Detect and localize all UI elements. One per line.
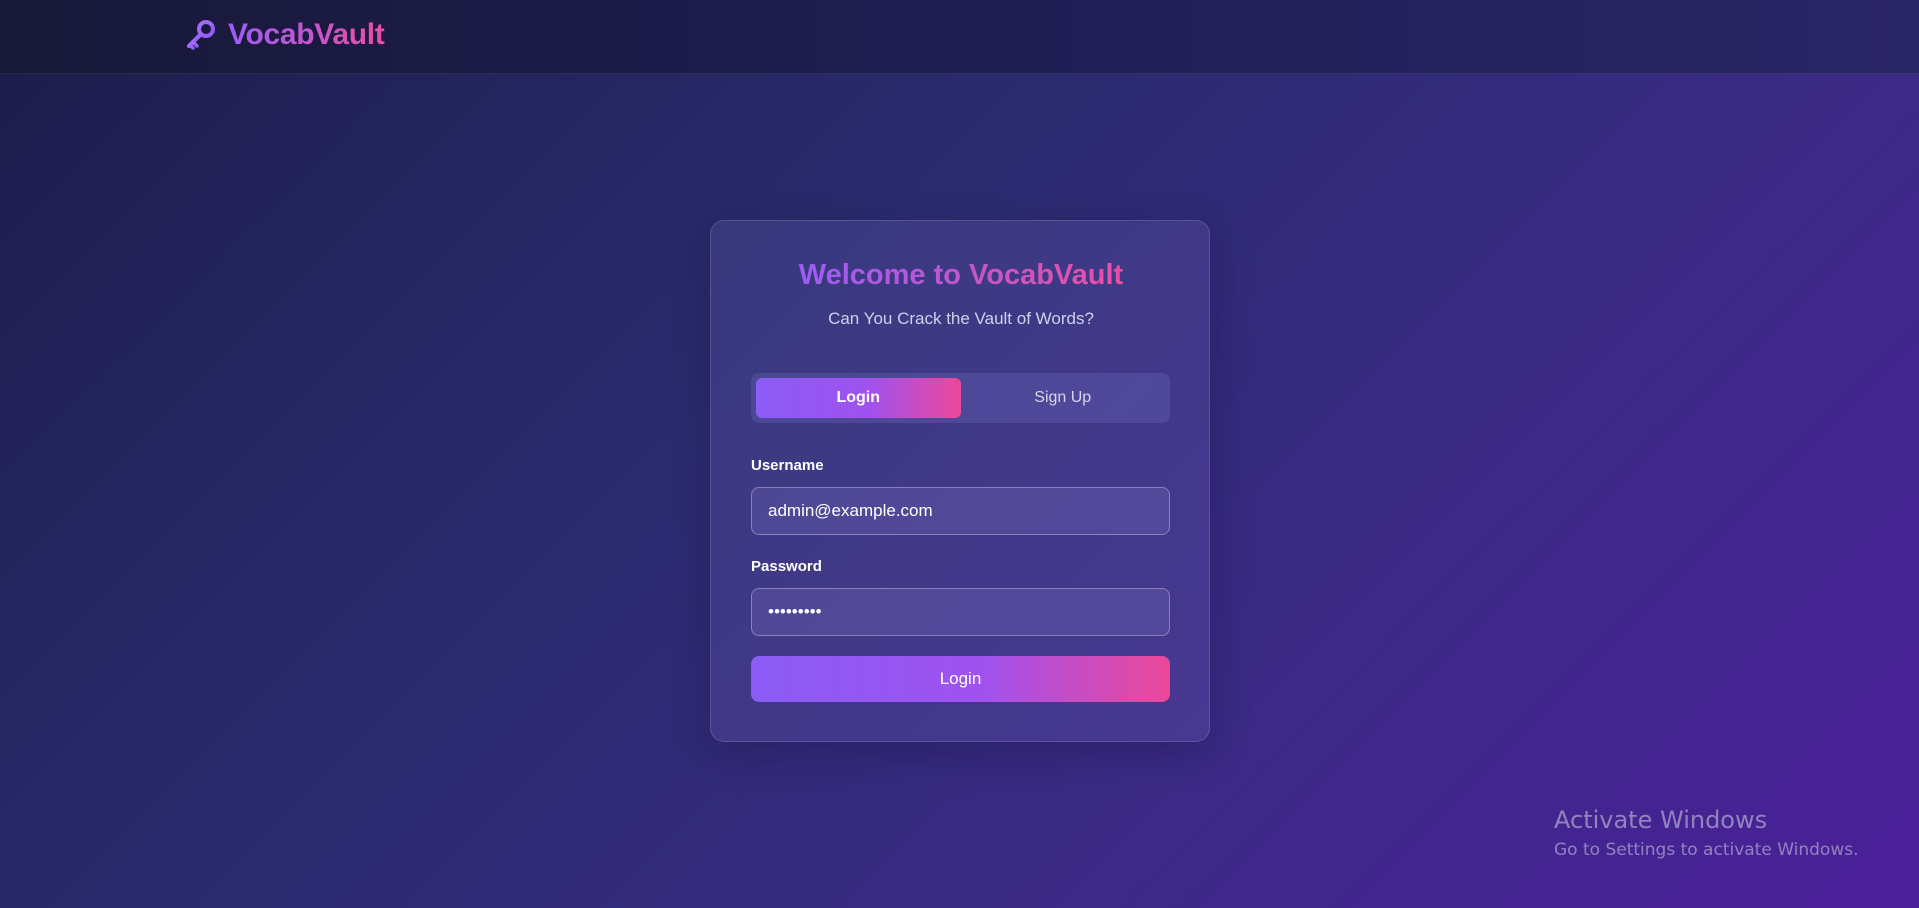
login-card: Welcome to VocabVault Can You Crack the … xyxy=(710,220,1210,742)
login-button[interactable]: Login xyxy=(751,656,1170,702)
windows-activation-watermark: Activate Windows Go to Settings to activ… xyxy=(1554,806,1859,860)
username-input[interactable] xyxy=(751,487,1170,535)
password-label: Password xyxy=(751,558,822,575)
watermark-title: Activate Windows xyxy=(1554,806,1768,834)
auth-tabs: Login Sign Up xyxy=(751,373,1170,423)
card-title: Welcome to VocabVault xyxy=(711,259,1211,292)
brand-name: VocabVault xyxy=(228,18,385,51)
watermark-subtitle: Go to Settings to activate Windows. xyxy=(1554,840,1859,860)
brand-logo[interactable]: VocabVault xyxy=(184,16,385,54)
password-input[interactable] xyxy=(751,588,1170,636)
top-navbar: VocabVault xyxy=(0,0,1919,74)
card-title-text: Welcome to VocabVault xyxy=(798,259,1124,291)
key-icon xyxy=(184,18,218,52)
tab-sign-up[interactable]: Sign Up xyxy=(961,378,1166,418)
card-subtitle: Can You Crack the Vault of Words? xyxy=(828,309,1094,328)
username-label: Username xyxy=(751,457,824,474)
tab-login[interactable]: Login xyxy=(756,378,961,418)
